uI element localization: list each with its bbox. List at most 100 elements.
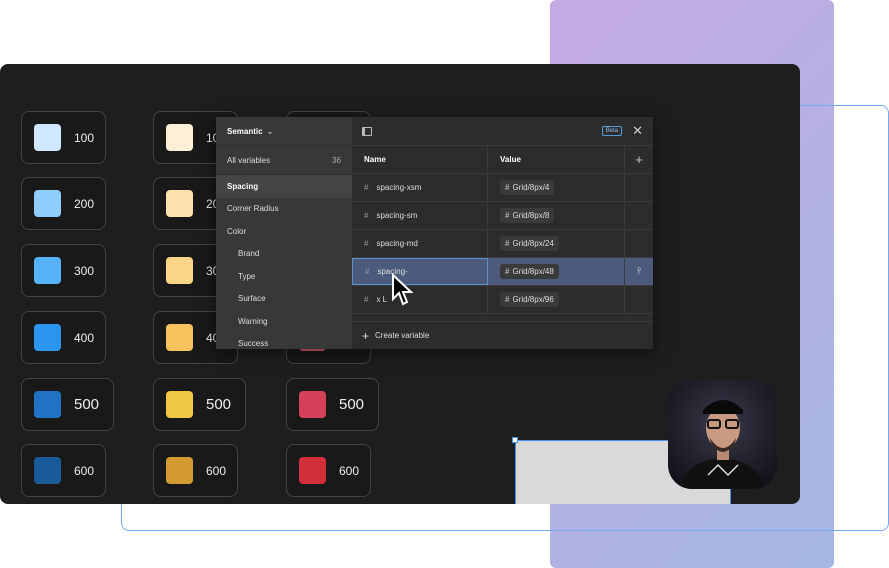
add-mode-icon[interactable]: + xyxy=(625,146,653,173)
presenter-image xyxy=(678,400,767,489)
variable-value-cell[interactable]: # Grid/8px/48 xyxy=(488,258,625,285)
presenter-video xyxy=(668,380,777,489)
chip-label: 100 xyxy=(74,130,95,145)
variable-name-cell[interactable]: # spacing- xyxy=(352,258,488,285)
color-swatch xyxy=(166,124,193,151)
color-chip-200[interactable]: 200 xyxy=(21,177,106,230)
variable-value: Grid/8px/96 xyxy=(512,295,554,304)
alias-pill[interactable]: # Grid/8px/24 xyxy=(500,236,559,251)
group-item[interactable]: Warning xyxy=(216,310,352,333)
row-actions xyxy=(625,230,653,257)
plus-icon: + xyxy=(362,328,370,343)
variable-value: Grid/8px/4 xyxy=(512,183,550,192)
group-item[interactable]: Surface xyxy=(216,288,352,311)
collection-selector[interactable]: Semantic ⌄ xyxy=(216,117,352,146)
chip-label: 500 xyxy=(206,396,232,413)
color-swatch xyxy=(166,324,193,351)
color-chip-100[interactable]: 100 xyxy=(21,111,106,164)
chip-label: 400 xyxy=(74,330,95,345)
group-item[interactable]: Brand xyxy=(216,243,352,266)
group-item[interactable]: Color xyxy=(216,220,352,243)
chip-label: 600 xyxy=(74,463,95,478)
color-swatch xyxy=(299,391,326,418)
variable-name: spacing-sm xyxy=(376,211,418,220)
color-chip-300[interactable]: 300 xyxy=(21,244,106,297)
table-row[interactable]: # spacing-xsm # Grid/8px/4 xyxy=(352,174,653,202)
row-actions xyxy=(625,286,653,313)
row-actions xyxy=(625,174,653,201)
color-swatch xyxy=(166,190,193,217)
alias-pill[interactable]: # Grid/8px/96 xyxy=(500,292,559,307)
variable-name: spacing-md xyxy=(376,239,418,248)
all-variables-label: All variables xyxy=(227,155,271,165)
color-chip-500[interactable]: 500 xyxy=(21,378,114,431)
alias-pill[interactable]: # Grid/8px/4 xyxy=(500,180,555,195)
variable-name: spacing-xsm xyxy=(376,183,422,192)
color-chip-500[interactable]: 500 xyxy=(153,378,246,431)
value-column-header: Value xyxy=(488,146,625,173)
variables-table: Beta ✕ Name Value + # spacing-xsm # Grid/8px… xyxy=(352,117,653,349)
number-type-icon: # xyxy=(505,295,510,304)
chip-label: 300 xyxy=(74,263,95,278)
sidebar-toggle-icon[interactable] xyxy=(362,126,372,136)
color-chip-600[interactable]: 600 xyxy=(21,444,106,497)
variable-value: Grid/8px/24 xyxy=(512,239,554,248)
edit-variable-icon[interactable]: ⫯ xyxy=(637,266,641,277)
number-type-icon: # xyxy=(364,295,369,304)
color-swatch xyxy=(34,190,61,217)
color-swatch xyxy=(34,391,61,418)
resize-handle[interactable] xyxy=(512,437,518,443)
table-row[interactable]: # spacing-md # Grid/8px/24 xyxy=(352,230,653,258)
table-header: Name Value + xyxy=(352,146,653,174)
color-swatch xyxy=(299,457,326,484)
create-variable-label: Create variable xyxy=(375,331,430,340)
alias-pill[interactable]: # Grid/8px/8 xyxy=(500,208,555,223)
table-row[interactable]: # spacing-sm # Grid/8px/8 xyxy=(352,202,653,230)
mouse-cursor-icon xyxy=(392,273,414,306)
variable-value-cell[interactable]: # Grid/8px/8 xyxy=(488,202,625,229)
number-type-icon: # xyxy=(505,267,510,276)
chevron-down-icon: ⌄ xyxy=(266,126,274,136)
number-type-icon: # xyxy=(364,211,369,220)
variable-value-cell[interactable]: # Grid/8px/24 xyxy=(488,230,625,257)
variable-value: Grid/8px/48 xyxy=(512,267,554,276)
beta-badge[interactable]: Beta xyxy=(601,126,623,136)
variable-count: 36 xyxy=(332,155,341,165)
group-item[interactable]: Spacing xyxy=(216,175,352,198)
color-chip-500[interactable]: 500 xyxy=(286,378,379,431)
close-icon[interactable]: ✕ xyxy=(632,123,643,139)
color-chip-600[interactable]: 600 xyxy=(153,444,238,497)
row-actions: ⫯ xyxy=(625,258,653,285)
color-chip-400[interactable]: 400 xyxy=(21,311,106,364)
group-item[interactable]: Corner Radius xyxy=(216,198,352,221)
number-type-icon: # xyxy=(505,183,510,192)
number-type-icon: # xyxy=(364,239,369,248)
color-swatch xyxy=(166,457,193,484)
number-type-icon: # xyxy=(365,267,370,276)
number-type-icon: # xyxy=(505,211,510,220)
color-swatch xyxy=(166,257,193,284)
create-variable-button[interactable]: + Create variable xyxy=(352,321,653,349)
number-type-icon: # xyxy=(505,239,510,248)
variable-value-cell[interactable]: # Grid/8px/4 xyxy=(488,174,625,201)
variable-name-cell[interactable]: # spacing-xsm xyxy=(352,174,488,201)
group-item[interactable]: Type xyxy=(216,265,352,288)
number-type-icon: # xyxy=(364,183,369,192)
variable-value: Grid/8px/8 xyxy=(512,211,550,220)
variable-name-cell[interactable]: # spacing-md xyxy=(352,230,488,257)
variable-name-cell[interactable]: # spacing-sm xyxy=(352,202,488,229)
variable-value-cell[interactable]: # Grid/8px/96 xyxy=(488,286,625,313)
alias-pill[interactable]: # Grid/8px/48 xyxy=(500,264,559,279)
group-item[interactable]: Success xyxy=(216,333,352,356)
color-swatch xyxy=(34,457,61,484)
chip-label: 200 xyxy=(74,196,95,211)
name-column-header: Name xyxy=(352,146,488,173)
chip-label: 500 xyxy=(339,396,365,413)
variable-name-cell[interactable]: # x L xyxy=(352,286,488,313)
all-variables-item[interactable]: All variables 36 xyxy=(216,146,352,175)
variables-panel: Semantic ⌄ All variables 36 Spacing Corner … xyxy=(216,117,653,349)
color-chip-600[interactable]: 600 xyxy=(286,444,371,497)
variable-name: x L xyxy=(376,295,388,304)
chip-label: 500 xyxy=(74,396,100,413)
color-swatch xyxy=(34,324,61,351)
